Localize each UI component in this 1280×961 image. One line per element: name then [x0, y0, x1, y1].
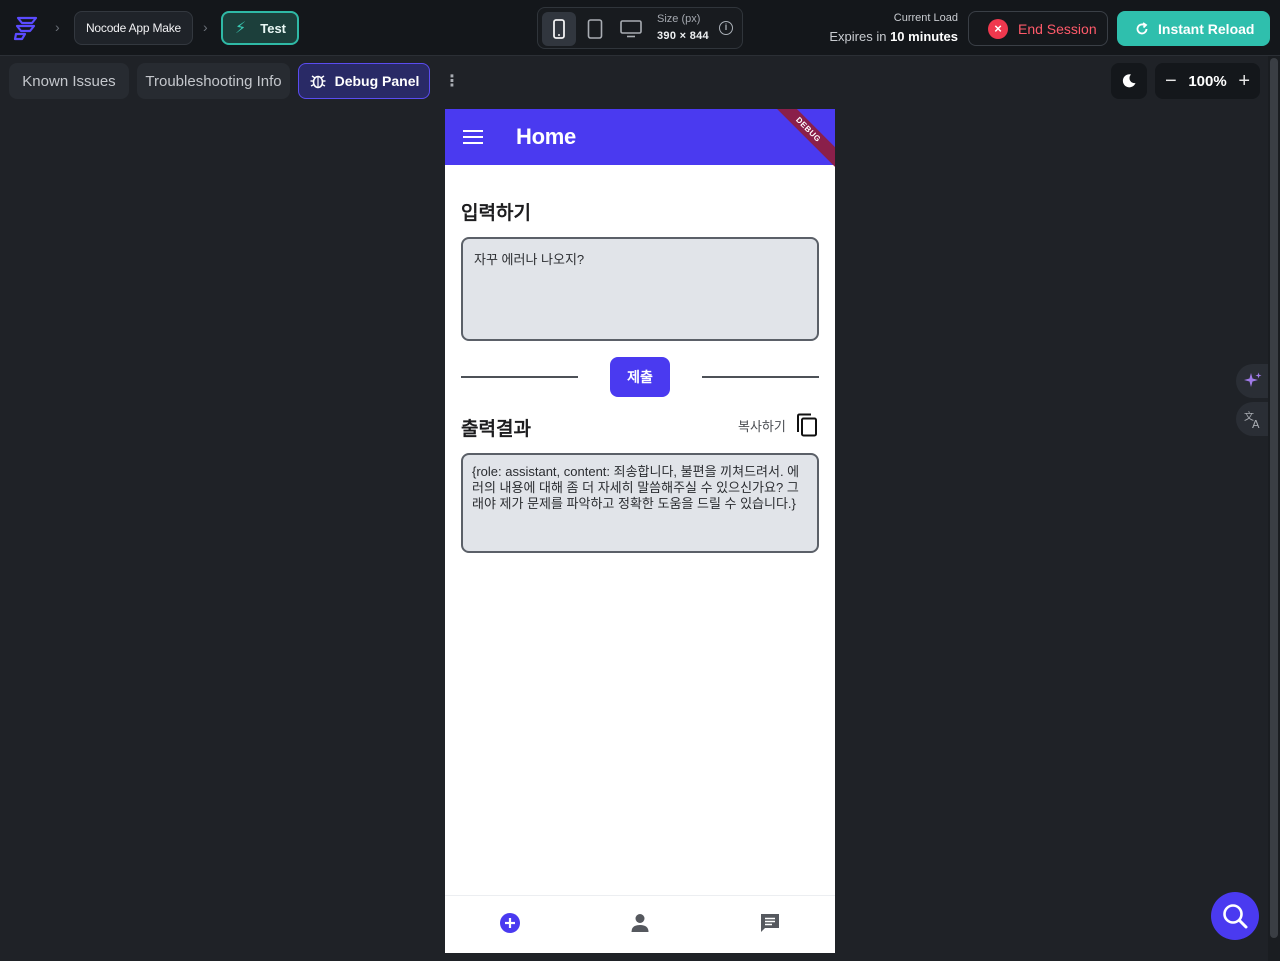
output-text: {role: assistant, content: 죄송합니다, 불편을 끼쳐…: [461, 453, 819, 553]
scrollbar-thumb[interactable]: [1270, 58, 1278, 938]
person-icon[interactable]: [629, 912, 651, 934]
prompt-input[interactable]: 자꾸 에러나 나오지?: [461, 237, 819, 341]
test-mode-badge[interactable]: ⚡ Test: [221, 11, 299, 45]
page-title: Home: [516, 124, 576, 149]
more-vertical-icon[interactable]: ⋮: [444, 71, 460, 91]
bottom-navigation: [445, 895, 835, 953]
tab-debug-panel[interactable]: Debug Panel: [298, 63, 430, 99]
expires-value: 10 minutes: [890, 29, 958, 44]
submit-button[interactable]: 제출: [610, 357, 670, 397]
menu-icon[interactable]: [463, 130, 483, 144]
copy-label[interactable]: 복사하기: [738, 416, 786, 435]
theme-toggle-button[interactable]: [1111, 63, 1147, 99]
refresh-icon: [1136, 21, 1148, 34]
zoom-in-button[interactable]: +: [1238, 70, 1250, 93]
svg-text:A: A: [1252, 418, 1260, 429]
instant-reload-button[interactable]: Instant Reload: [1117, 11, 1270, 46]
zoom-control: − 100% +: [1155, 63, 1260, 99]
device-selector: Size (px) 390 × 844 i: [537, 7, 743, 49]
flutterflow-logo-icon[interactable]: [12, 12, 42, 42]
breadcrumb-chevron-icon: ›: [55, 19, 60, 35]
instant-reload-label: Instant Reload: [1158, 20, 1255, 37]
tablet-icon: [587, 19, 603, 39]
tab-troubleshooting-info[interactable]: Troubleshooting Info: [137, 63, 290, 99]
debug-ribbon: DEBUG: [764, 109, 835, 174]
end-session-button[interactable]: × End Session: [968, 11, 1108, 46]
close-circle-icon: ×: [988, 18, 1008, 39]
bolt-icon: ⚡: [235, 20, 247, 37]
translate-button[interactable]: 文 A: [1236, 402, 1270, 436]
expires-prefix: Expires in: [829, 29, 887, 44]
translate-icon: 文 A: [1244, 410, 1260, 429]
moon-icon: [1122, 74, 1136, 88]
tab-known-issues[interactable]: Known Issues: [9, 63, 129, 99]
end-session-label: End Session: [1018, 20, 1097, 37]
input-section-title: 입력하기: [461, 203, 531, 224]
current-load-label: Current Load: [893, 12, 958, 24]
session-expiry: Expires in 10 minutes: [829, 29, 958, 44]
tablet-device-button[interactable]: [578, 12, 612, 46]
phone-device-button[interactable]: [542, 12, 576, 46]
breadcrumb-chevron-icon: ›: [203, 19, 208, 35]
tab-label: Debug Panel: [334, 73, 420, 89]
divider: [461, 376, 578, 378]
app-bar: Home DEBUG: [445, 109, 835, 174]
zoom-out-button[interactable]: −: [1165, 70, 1177, 93]
info-icon[interactable]: i: [719, 21, 733, 35]
output-section-title: 출력결과: [461, 419, 531, 440]
zoom-level: 100%: [1188, 72, 1227, 90]
phone-preview: Home DEBUG 입력하기 자꾸 에러나 나오지? 제출 출력결과 복사하기…: [445, 109, 835, 953]
desktop-icon: [620, 20, 642, 38]
add-circle-icon[interactable]: [499, 912, 521, 934]
desktop-device-button[interactable]: [614, 12, 648, 46]
breadcrumb-project[interactable]: Nocode App Make: [74, 11, 193, 45]
project-name: Nocode App Make: [85, 21, 182, 35]
phone-icon: [553, 19, 565, 39]
size-label: Size (px): [657, 13, 701, 25]
copy-icon[interactable]: [796, 413, 818, 437]
bug-icon: [310, 75, 326, 89]
sparkle-icon: [1244, 372, 1262, 387]
tab-label: Known Issues: [22, 72, 116, 90]
search-fab[interactable]: [1211, 892, 1259, 940]
mode-label: Test: [260, 20, 286, 36]
divider: [702, 376, 819, 378]
top-bar: › Nocode App Make › ⚡ Test Size (px) 390…: [0, 0, 1280, 56]
chat-icon[interactable]: [759, 912, 781, 934]
search-icon: [1223, 904, 1248, 929]
ai-assist-button[interactable]: [1236, 364, 1270, 398]
tab-label: Troubleshooting Info: [145, 72, 282, 90]
size-value: 390 × 844: [657, 30, 709, 42]
